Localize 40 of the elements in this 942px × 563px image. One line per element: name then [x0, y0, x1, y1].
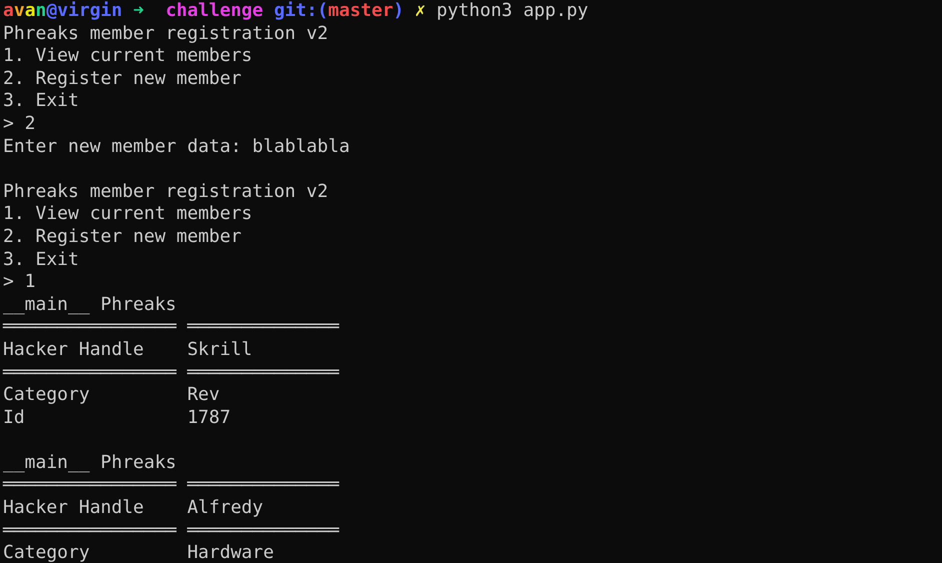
- prompt-git-label: git:(: [274, 0, 328, 23]
- output-line: Phreaks member registration v2: [3, 180, 328, 204]
- table-cell: Category: [3, 542, 90, 563]
- output-line: 3. Exit: [3, 90, 79, 113]
- table-cell: Hacker Handle: [3, 497, 144, 520]
- prompt-directory: challenge: [166, 0, 264, 23]
- prompt-arrow: ➜: [133, 0, 144, 23]
- prompt-user: avan: [3, 0, 46, 23]
- command-text: python3 app.py: [436, 0, 588, 23]
- output-line: __main__ Phreaks: [3, 294, 176, 316]
- prompt-host: @virgin: [46, 0, 122, 23]
- output-line: Phreaks member registration v2: [3, 22, 328, 46]
- table-cell: Hacker Handle: [3, 338, 144, 362]
- table-rule: ══════════════: [187, 520, 339, 542]
- table-rule: ══════════════: [187, 474, 339, 498]
- prompt-dirty-mark: ✗: [414, 0, 426, 23]
- output-line: > 1: [3, 271, 36, 294]
- table-rule: ════════════════: [3, 474, 176, 498]
- table-rule: ════════════════: [3, 362, 176, 384]
- table-cell: Alfredy: [187, 497, 264, 520]
- output-line: __main__ Phreaks: [3, 452, 176, 474]
- output-line: > 2: [3, 112, 36, 136]
- table-rule: ══════════════: [187, 316, 339, 339]
- output-line: 1. View current members: [3, 203, 252, 226]
- output-line: 3. Exit: [3, 248, 79, 272]
- table-cell: Hardware: [187, 542, 274, 563]
- table-cell: Category: [3, 384, 90, 407]
- output-line: 2. Register new member: [3, 68, 242, 90]
- table-rule: ════════════════: [3, 316, 176, 339]
- output-line: 1. View current members: [3, 45, 252, 68]
- prompt-branch: master: [328, 0, 394, 23]
- table-cell: 1787: [187, 406, 231, 430]
- table-cell: Skrill: [187, 338, 252, 362]
- prompt-git-label: ): [393, 0, 404, 23]
- output-line: Enter new member data: blablabla: [3, 136, 350, 158]
- output-line: 2. Register new member: [3, 226, 242, 249]
- table-cell: Rev: [187, 384, 220, 407]
- table-cell: Id: [3, 406, 25, 430]
- table-rule: ════════════════: [3, 520, 176, 542]
- table-rule: ══════════════: [187, 362, 339, 384]
